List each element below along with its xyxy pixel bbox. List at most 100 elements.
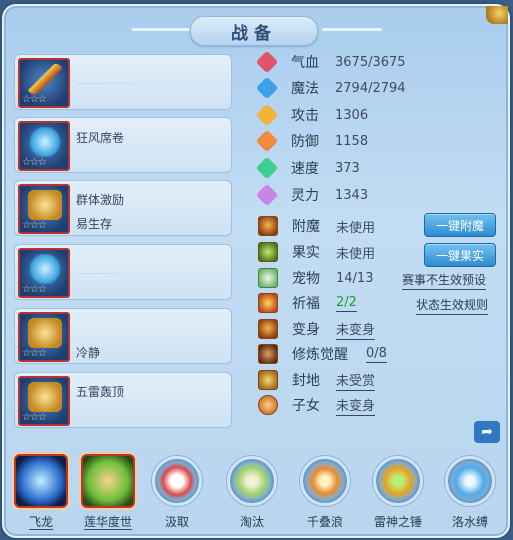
boots-icon (28, 382, 62, 412)
prop-fruit: 果实 未使用 (258, 240, 375, 264)
prop-label: 祈福 (292, 296, 320, 312)
skill-jiqu[interactable]: 汲取 (148, 453, 206, 533)
slot-divider (77, 273, 207, 274)
prop-value[interactable]: 2/2 (336, 295, 357, 312)
equip-icon-frame[interactable]: ☆☆☆ (18, 248, 70, 298)
weapon-icon (28, 64, 62, 94)
one-click-enchant-button[interactable]: 一键附魔 (424, 213, 496, 237)
slot-skill-label-2: 易生存 (76, 217, 113, 231)
equip-slot-6[interactable]: ☆☆☆ 五雷轰顶 (14, 372, 232, 428)
qiandielang-skill-icon[interactable] (300, 456, 350, 506)
title-swirl-left (132, 28, 192, 31)
preset-link[interactable]: 赛事不生效预设 (402, 271, 487, 290)
prop-fief[interactable]: 封地 未受赏 (258, 368, 376, 392)
stat-value: 373 (335, 160, 360, 176)
prop-value: 14/13 (336, 270, 374, 286)
prop-label: 子女 (292, 398, 320, 414)
jiqu-skill-icon[interactable] (152, 456, 202, 506)
prop-value[interactable]: 未变身 (336, 395, 376, 416)
prop-value[interactable]: 未受赏 (336, 370, 376, 391)
skill-luoshuifu[interactable]: 洛水缚 (441, 453, 499, 533)
skill-feilong[interactable]: 飞龙 (12, 453, 70, 533)
mana-gem-icon (255, 76, 279, 100)
lianhua-skill-icon[interactable] (81, 454, 135, 508)
prop-blessing[interactable]: 祈福 2/2 (258, 291, 357, 315)
prop-value: 未使用 (336, 220, 376, 236)
stat-value: 1343 (335, 187, 369, 203)
equip-icon-frame[interactable]: ☆☆☆ (18, 312, 70, 362)
stat-value: 2794/2794 (335, 80, 406, 96)
pet-icon (258, 268, 278, 288)
taotai-skill-icon[interactable] (227, 456, 277, 506)
equip-slot-5[interactable]: ☆☆☆ 冷静 (14, 308, 232, 364)
equip-icon-frame[interactable]: ☆☆☆ (18, 376, 70, 426)
prop-enchant: 附魔 未使用 (258, 214, 375, 238)
one-click-fruit-button[interactable]: 一键果实 (424, 243, 496, 267)
stat-label: 防御 (291, 134, 319, 150)
equip-icon-frame[interactable]: ☆☆☆ (18, 58, 70, 108)
prop-label: 修炼觉醒 (292, 347, 348, 363)
stat-label: 气血 (291, 55, 319, 71)
stat-hp: 气血 3675/3675 (255, 50, 406, 74)
stat-value: 1158 (335, 133, 369, 149)
prop-cultivation[interactable]: 修炼觉醒 0/8 (258, 342, 387, 366)
skill-qiandielang[interactable]: 千叠浪 (296, 453, 354, 533)
equip-icon-frame[interactable]: ☆☆☆ (18, 184, 70, 234)
stat-mp: 魔法 2794/2794 (255, 76, 406, 100)
prop-children[interactable]: 子女 未变身 (258, 393, 376, 417)
stat-defense: 防御 1158 (255, 129, 369, 153)
armor-icon (28, 190, 62, 220)
enchant-icon (258, 216, 278, 236)
slot-skill-label: 五雷轰顶 (76, 385, 125, 399)
prop-label: 果实 (292, 245, 320, 261)
stat-speed: 速度 373 (255, 156, 360, 180)
skill-taotai[interactable]: 淘汰 (223, 453, 281, 533)
corner-gem-icon (486, 6, 508, 24)
slot-skill-label: 冷静 (76, 346, 101, 360)
prop-value[interactable]: 未变身 (336, 319, 376, 340)
skill-name: 飞龙 (28, 515, 53, 530)
equip-slot-3[interactable]: ☆☆☆ 群体激励 易生存 (14, 180, 232, 236)
skill-name: 汲取 (164, 515, 189, 529)
prop-label: 变身 (292, 322, 320, 338)
equip-slot-2[interactable]: ☆☆☆ 狂风席卷 (14, 117, 232, 173)
heart-gem-icon (255, 50, 279, 74)
stat-attack: 攻击 1306 (255, 103, 369, 127)
star-rating: ☆☆☆ (22, 220, 47, 231)
stat-label: 魔法 (291, 81, 319, 97)
luoshuifu-skill-icon[interactable] (445, 456, 495, 506)
skill-name: 雷神之锤 (373, 515, 422, 529)
prop-value[interactable]: 0/8 (366, 346, 387, 363)
equip-slot-1[interactable]: ☆☆☆ (14, 54, 232, 110)
feilong-skill-icon[interactable] (14, 454, 68, 508)
stat-spirit: 灵力 1343 (255, 183, 369, 207)
rules-link[interactable]: 状态生效规则 (416, 296, 489, 315)
prop-label: 宠物 (292, 271, 320, 287)
equip-icon-frame[interactable]: ☆☆☆ (18, 121, 70, 171)
slot-skill-label: 群体激励 (76, 193, 125, 207)
skill-name: 淘汰 (239, 515, 264, 529)
skill-leishen[interactable]: 雷神之锤 (369, 453, 427, 533)
star-rating: ☆☆☆ (22, 348, 47, 359)
defense-gem-icon (255, 129, 279, 153)
cultivation-icon (258, 344, 278, 364)
star-rating: ☆☆☆ (22, 157, 47, 168)
stat-value: 1306 (335, 107, 369, 123)
equip-slot-4[interactable]: ☆☆☆ (14, 244, 232, 300)
leishen-skill-icon[interactable] (373, 456, 423, 506)
share-icon[interactable]: ➦ (474, 421, 500, 443)
transform-icon (258, 319, 278, 339)
stat-value: 3675/3675 (335, 54, 406, 70)
children-icon (258, 395, 278, 415)
stat-label: 灵力 (291, 188, 319, 204)
slot-skill-label: 狂风席卷 (76, 131, 125, 145)
skill-lianhua[interactable]: 莲华度世 (79, 453, 137, 533)
speed-gem-icon (255, 156, 279, 180)
skill-name: 洛水缚 (451, 515, 488, 529)
attack-gem-icon (255, 103, 279, 127)
blessing-icon (258, 293, 278, 313)
stat-label: 攻击 (291, 108, 319, 124)
skill-name: 千叠浪 (306, 515, 343, 529)
prop-transform[interactable]: 变身 未变身 (258, 317, 376, 341)
title-swirl-right (322, 28, 382, 31)
